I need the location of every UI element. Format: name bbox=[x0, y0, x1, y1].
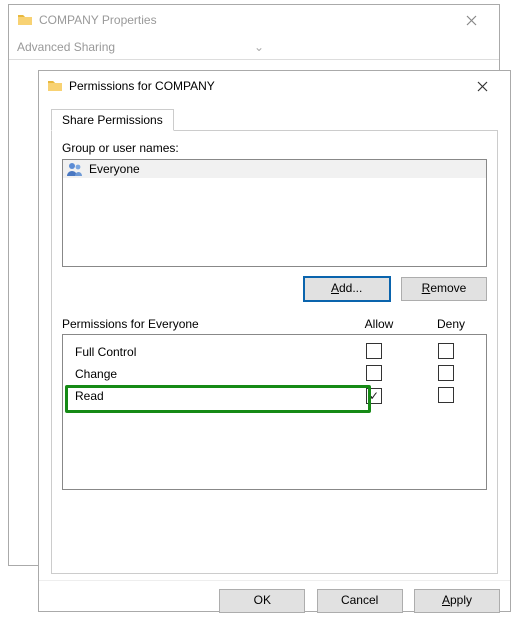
apply-button[interactable]: Apply bbox=[414, 589, 500, 613]
folder-icon bbox=[17, 12, 33, 28]
read-deny-checkbox[interactable] bbox=[438, 387, 454, 403]
permissions-dialog: Permissions for COMPANY Share Permission… bbox=[38, 70, 511, 612]
principal-buttons: Add... Remove bbox=[62, 277, 487, 301]
dialog-buttons: OK Cancel Apply bbox=[39, 580, 510, 621]
permissions-for-label: Permissions for Everyone bbox=[62, 317, 343, 331]
cancel-button[interactable]: Cancel bbox=[317, 589, 403, 613]
permissions-titlebar: Permissions for COMPANY bbox=[39, 71, 510, 101]
ok-button[interactable]: OK bbox=[219, 589, 305, 613]
permissions-listbox: Full Control Change Read bbox=[62, 334, 487, 490]
read-allow-checkbox[interactable] bbox=[366, 388, 382, 404]
chevron-down-icon: ⌄ bbox=[254, 40, 491, 54]
dialog-body: Share Permissions Group or user names: E… bbox=[39, 101, 510, 580]
properties-title: COMPANY Properties bbox=[39, 13, 451, 27]
tab-share-permissions[interactable]: Share Permissions bbox=[51, 109, 174, 131]
remove-button[interactable]: Remove bbox=[401, 277, 487, 301]
full-control-allow-checkbox[interactable] bbox=[366, 343, 382, 359]
tab-panel: Group or user names: Everyone Add... Rem… bbox=[51, 130, 498, 574]
group-or-user-label: Group or user names: bbox=[62, 141, 487, 155]
folder-icon bbox=[47, 78, 63, 94]
add-button[interactable]: Add... bbox=[304, 277, 390, 301]
change-deny-checkbox[interactable] bbox=[438, 365, 454, 381]
advanced-sharing-header: Advanced Sharing ⌄ bbox=[9, 35, 499, 60]
principal-label: Everyone bbox=[89, 162, 140, 176]
perm-row-change: Change bbox=[71, 363, 482, 385]
principal-everyone[interactable]: Everyone bbox=[63, 160, 486, 178]
properties-close-button[interactable] bbox=[451, 5, 491, 35]
properties-titlebar: COMPANY Properties bbox=[9, 5, 499, 35]
deny-header: Deny bbox=[415, 317, 487, 331]
change-allow-checkbox[interactable] bbox=[366, 365, 382, 381]
principals-listbox[interactable]: Everyone bbox=[62, 159, 487, 267]
permissions-close-button[interactable] bbox=[462, 71, 502, 101]
perm-row-read: Read bbox=[71, 385, 482, 407]
perm-label: Read bbox=[71, 389, 338, 403]
perm-label: Change bbox=[71, 367, 338, 381]
permissions-title: Permissions for COMPANY bbox=[69, 79, 462, 93]
full-control-deny-checkbox[interactable] bbox=[438, 343, 454, 359]
users-icon bbox=[67, 162, 83, 176]
permissions-header-row: Permissions for Everyone Allow Deny bbox=[62, 317, 487, 331]
perm-row-full-control: Full Control bbox=[71, 341, 482, 363]
perm-label: Full Control bbox=[71, 345, 338, 359]
allow-header: Allow bbox=[343, 317, 415, 331]
advanced-sharing-label: Advanced Sharing bbox=[17, 40, 254, 54]
